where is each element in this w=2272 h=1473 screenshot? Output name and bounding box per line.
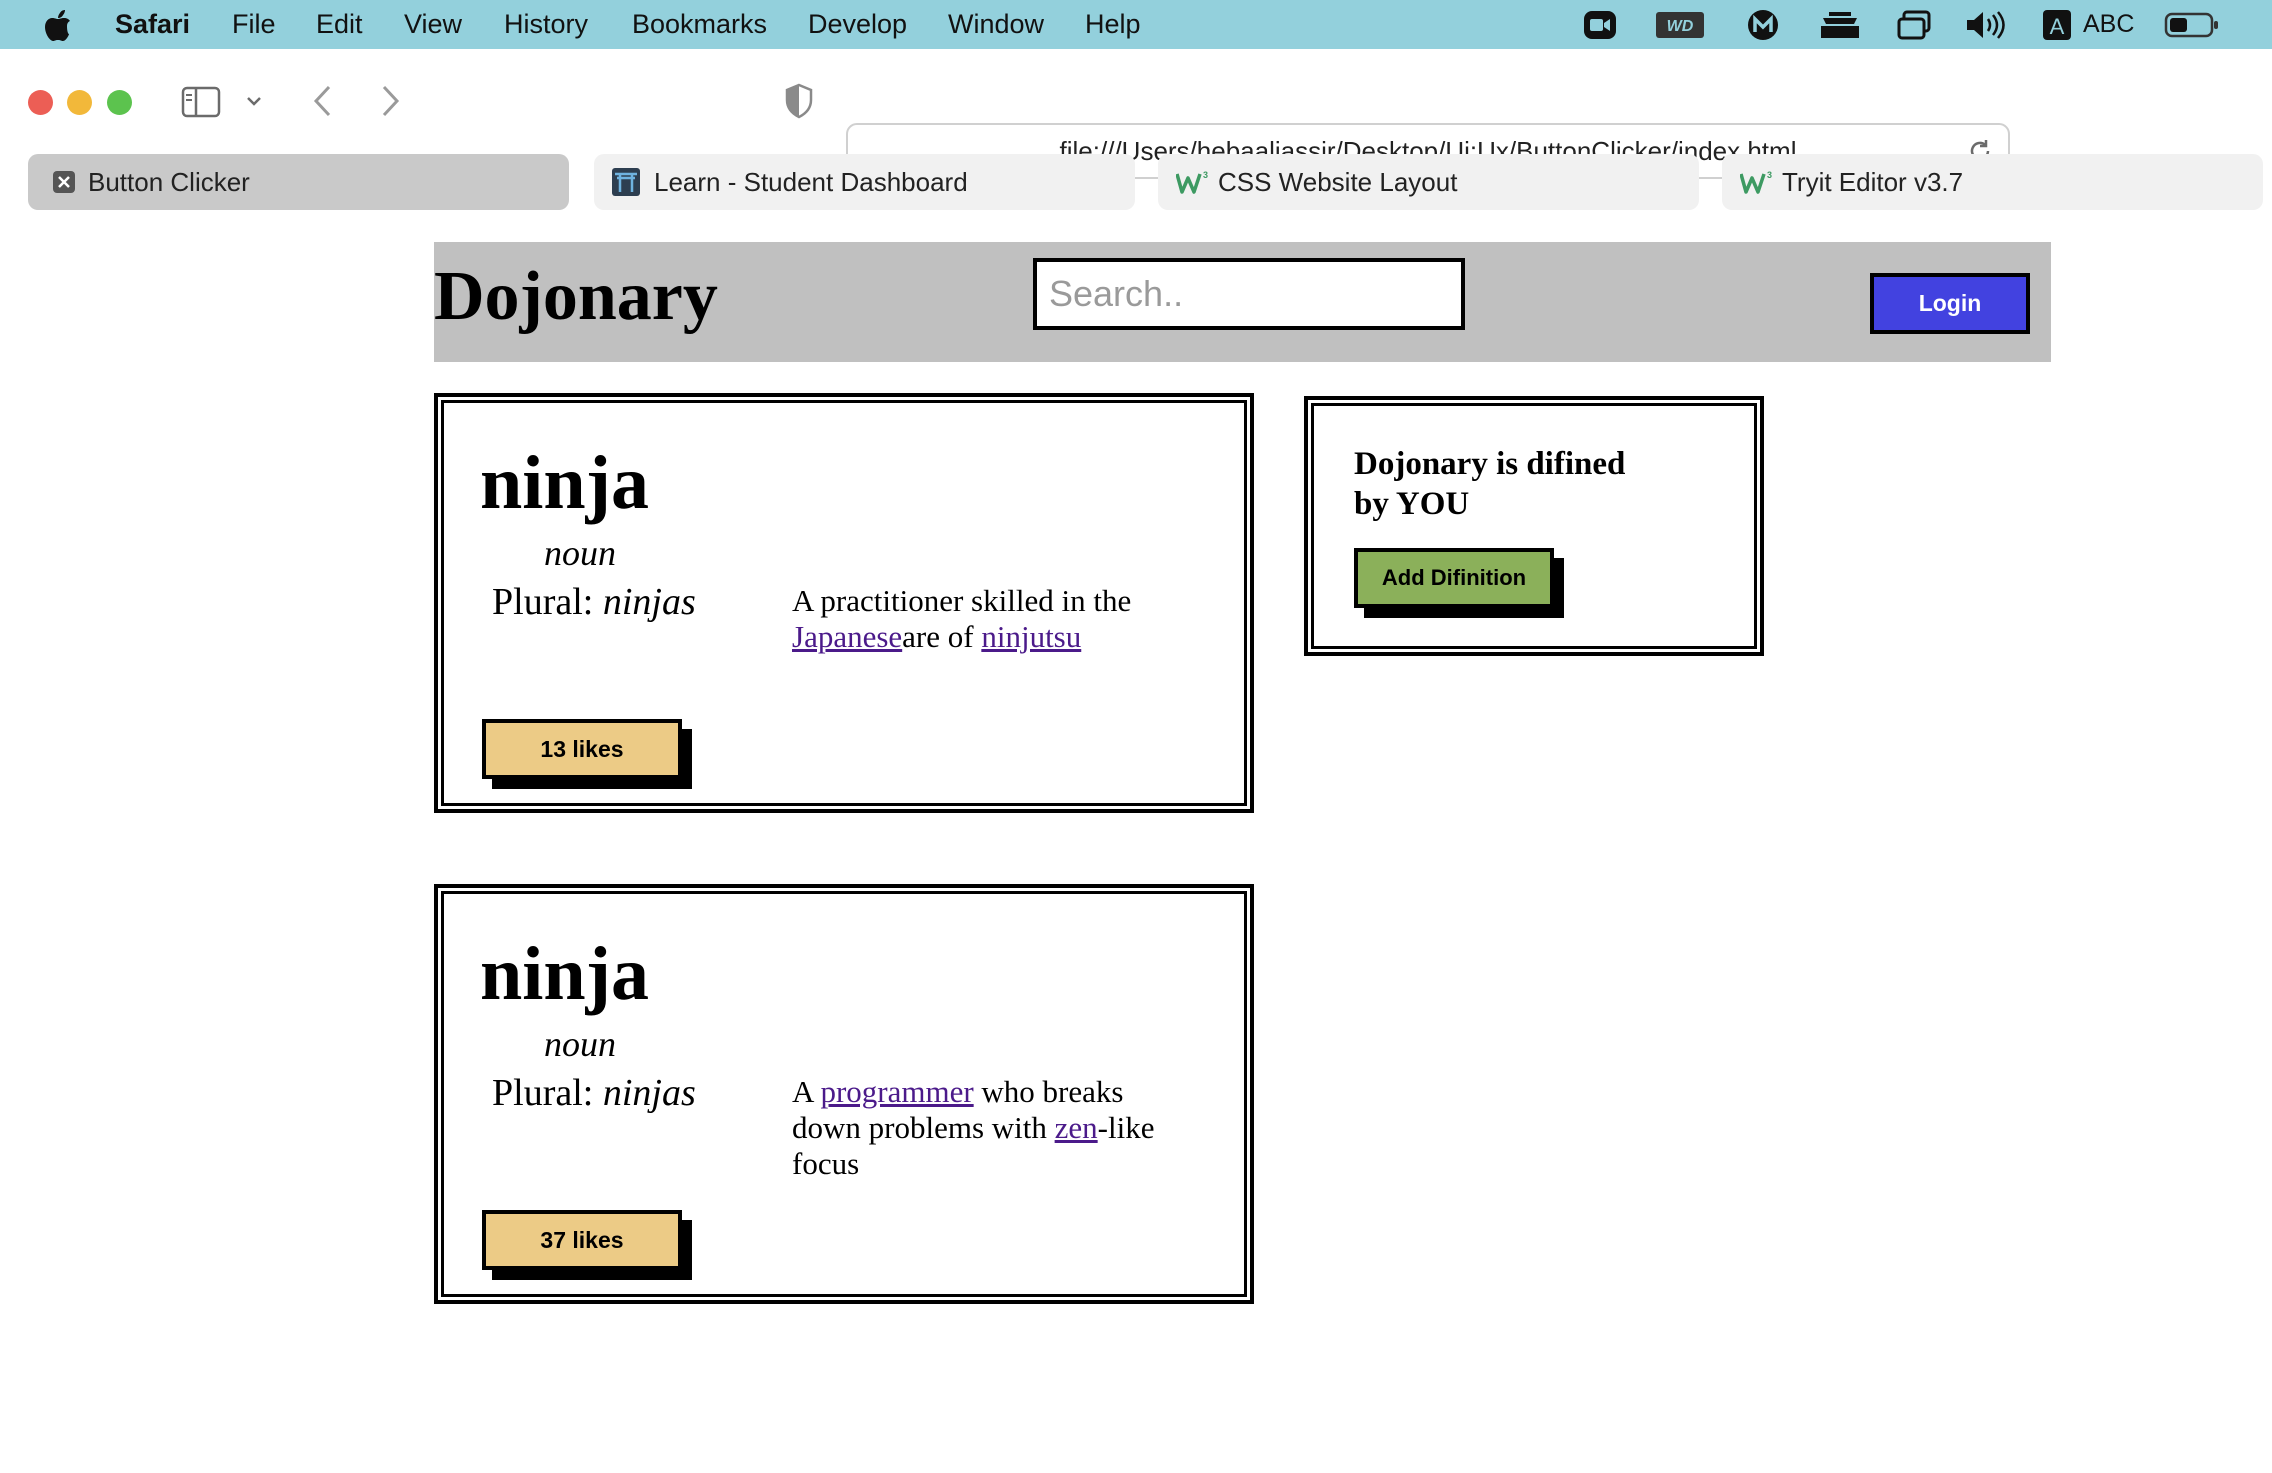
card-part-of-speech: noun (544, 533, 616, 573)
menu-file[interactable]: File (232, 0, 276, 49)
definition-link[interactable]: zen (1055, 1110, 1098, 1145)
malwarebytes-icon[interactable] (1746, 0, 1780, 49)
add-definition-panel: Dojonary is difined by YOU Add Difinitio… (1304, 396, 1764, 656)
card-word: ninja (480, 932, 649, 1016)
sidebar-toggle-icon[interactable] (180, 83, 222, 121)
definition-card: ninja noun Plural: ninjas A practitioner… (434, 393, 1254, 813)
privacy-shield-icon[interactable] (782, 81, 816, 121)
menu-window[interactable]: Window (948, 0, 1044, 49)
battery-icon[interactable] (2164, 0, 2220, 49)
search-input[interactable] (1033, 258, 1465, 330)
tab-css-website-layout[interactable]: 3 CSS Website Layout (1158, 154, 1699, 210)
window-close-button[interactable] (28, 90, 53, 115)
site-header: Dojonary Login (434, 242, 2051, 362)
like-button[interactable]: 13 likes (482, 719, 682, 779)
svg-text:A: A (2050, 14, 2065, 39)
tab-title: Tryit Editor v3.7 (1782, 167, 1964, 197)
definition-link[interactable]: programmer (820, 1074, 973, 1109)
menu-bookmarks[interactable]: Bookmarks (632, 0, 767, 49)
w3schools-icon: 3 (1740, 168, 1774, 196)
stacks-icon[interactable] (1818, 0, 1862, 49)
plural-value: ninjas (602, 1072, 696, 1114)
tab-button-clicker[interactable]: Button Clicker (28, 154, 569, 210)
tab-title: Learn - Student Dashboard (654, 167, 968, 197)
login-button[interactable]: Login (1870, 273, 2030, 334)
like-button-wrap: 37 likes (482, 1210, 692, 1280)
site-brand[interactable]: Dojonary (434, 262, 718, 332)
svg-text:WD: WD (1667, 18, 1694, 35)
w3schools-icon: 3 (1176, 168, 1210, 196)
volume-icon[interactable] (1964, 0, 2006, 49)
tab-title: Button Clicker (88, 167, 250, 197)
plural-label: Plural: (492, 1072, 594, 1114)
panel-title: Dojonary is difined by YOU (1354, 446, 1626, 522)
tab-learn-dashboard[interactable]: Learn - Student Dashboard (594, 154, 1135, 210)
browser-toolbar: file:///Users/hebaaljassir/Desktop/Ui:Ux… (0, 49, 2272, 245)
keyboard-input-icon[interactable]: A (2042, 0, 2072, 49)
menu-app-safari[interactable]: Safari (115, 0, 190, 49)
definition-text: A (792, 1074, 821, 1109)
add-button-wrap: Add Difinition (1354, 548, 1564, 618)
definition-link[interactable]: Japanese (792, 619, 902, 654)
input-source-label[interactable]: ABC (2083, 0, 2134, 49)
menu-history[interactable]: History (504, 0, 588, 49)
svg-text:3: 3 (1203, 170, 1208, 180)
add-definition-button[interactable]: Add Difinition (1354, 548, 1554, 608)
wd-drive-icon[interactable]: WD (1654, 0, 1706, 49)
forward-arrow-icon[interactable] (377, 81, 405, 121)
menu-help[interactable]: Help (1085, 0, 1141, 49)
like-button[interactable]: 37 likes (482, 1210, 682, 1270)
plural-value: ninjas (602, 581, 696, 623)
menu-edit[interactable]: Edit (316, 0, 363, 49)
back-arrow-icon[interactable] (308, 81, 336, 121)
definition-card: ninja noun Plural: ninjas A programmer w… (434, 884, 1254, 1304)
definition-link[interactable]: ninjutsu (981, 619, 1081, 654)
screen-mirroring-icon[interactable] (1896, 0, 1932, 49)
torii-gate-icon (612, 168, 640, 196)
card-definition: A programmer who breaks down problems wi… (792, 1074, 1192, 1182)
menu-view[interactable]: View (404, 0, 462, 49)
window-zoom-button[interactable] (107, 90, 132, 115)
tab-tryit-editor[interactable]: 3 Tryit Editor v3.7 (1722, 154, 2263, 210)
card-plural: Plural: ninjas (492, 1074, 696, 1112)
chevron-down-icon[interactable] (244, 91, 264, 111)
card-plural: Plural: ninjas (492, 583, 696, 621)
definition-text: are of (902, 619, 982, 654)
svg-text:3: 3 (1767, 170, 1772, 180)
menu-develop[interactable]: Develop (808, 0, 907, 49)
menu-bar: Safari File Edit View History Bookmarks … (0, 0, 2272, 49)
plural-label: Plural: (492, 581, 594, 623)
apple-logo-icon[interactable] (40, 0, 76, 49)
tab-title: CSS Website Layout (1218, 167, 1458, 197)
card-part-of-speech: noun (544, 1024, 616, 1064)
definition-text: A practitioner skilled in the (792, 583, 1132, 618)
like-button-wrap: 13 likes (482, 719, 692, 789)
zoom-camera-icon[interactable] (1582, 0, 1618, 49)
tab-close-icon[interactable] (50, 168, 78, 196)
card-word: ninja (480, 441, 649, 525)
window-minimize-button[interactable] (67, 90, 92, 115)
card-definition: A practitioner skilled in the Japanesear… (792, 583, 1192, 655)
